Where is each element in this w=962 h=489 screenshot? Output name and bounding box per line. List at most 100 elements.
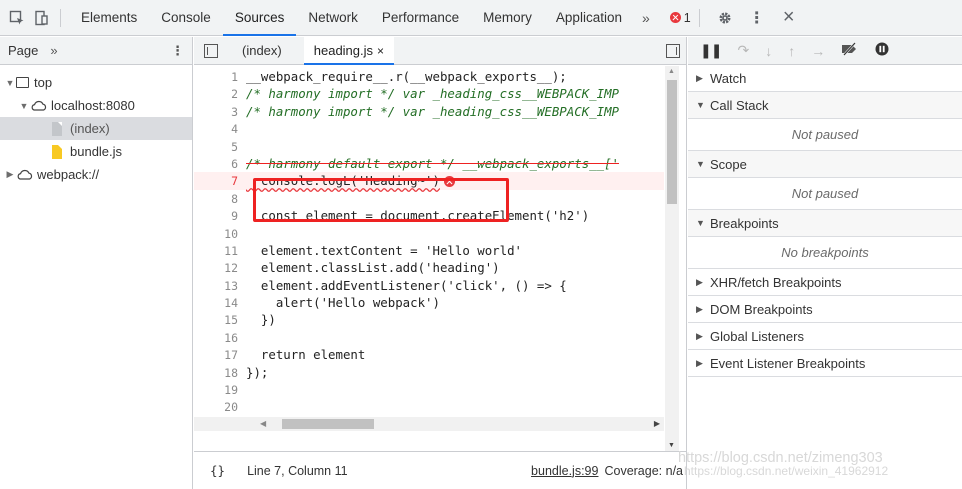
tab-sources[interactable]: Sources: [222, 0, 297, 36]
source-map-link[interactable]: bundle.js:99: [531, 464, 598, 478]
expand-triangle-icon[interactable]: ▼: [18, 101, 30, 111]
code-line[interactable]: 17 return element: [194, 346, 664, 363]
debugger-section-scope[interactable]: ▼ Scope: [688, 151, 962, 178]
step-out-icon[interactable]: ↑: [788, 43, 795, 59]
line-number[interactable]: 7: [194, 173, 246, 190]
tab-application[interactable]: Application: [544, 0, 634, 36]
code-line[interactable]: 18});: [194, 364, 664, 381]
pause-icon[interactable]: ❚❚: [700, 42, 722, 59]
scroll-left-icon[interactable]: ◀: [260, 419, 266, 428]
line-number[interactable]: 16: [194, 330, 246, 347]
line-number[interactable]: 2: [194, 86, 246, 103]
scroll-down-icon[interactable]: ▼: [668, 442, 675, 449]
code-line[interactable]: 20: [194, 398, 664, 415]
tab-network[interactable]: Network: [296, 0, 370, 36]
collapsed-triangle-icon[interactable]: ▶: [696, 277, 710, 288]
code-line[interactable]: 9 const element = document.createElement…: [194, 207, 664, 224]
code-line[interactable]: 2/* harmony import */ var _heading_css__…: [194, 85, 664, 102]
vertical-scrollbar[interactable]: ▲ ▼: [665, 66, 679, 451]
code-line[interactable]: 1 __webpack_require__.r(__webpack_exports…: [194, 68, 664, 85]
line-number[interactable]: 15: [194, 312, 246, 329]
collapsed-triangle-icon[interactable]: ▶: [696, 73, 710, 84]
scroll-up-icon[interactable]: ▲: [668, 68, 675, 75]
error-count-badge[interactable]: 1: [669, 11, 691, 25]
line-number[interactable]: 9: [194, 208, 246, 225]
line-number[interactable]: 10: [194, 226, 246, 243]
debugger-section-global-listeners[interactable]: ▶ Global Listeners: [688, 323, 962, 350]
tree-item-localhost[interactable]: ▼ localhost:8080: [0, 94, 192, 117]
more-tabs-button[interactable]: »: [634, 10, 658, 26]
code-line[interactable]: 15 }): [194, 311, 664, 328]
code-line[interactable]: 3/* harmony import */ var _heading_css__…: [194, 103, 664, 120]
tab-performance[interactable]: Performance: [370, 0, 471, 36]
code-line[interactable]: 14 alert('Hello webpack'): [194, 294, 664, 311]
scroll-right-icon[interactable]: ▶: [654, 419, 660, 428]
code-line[interactable]: 16: [194, 329, 664, 346]
line-number[interactable]: 20: [194, 399, 246, 416]
tab-elements[interactable]: Elements: [69, 0, 149, 36]
device-toolbar-icon[interactable]: [30, 7, 52, 29]
debugger-section-breakpoints[interactable]: ▼ Breakpoints: [688, 210, 962, 237]
step-into-icon[interactable]: ↓: [765, 43, 772, 59]
line-number[interactable]: 4: [194, 121, 246, 138]
collapsed-triangle-icon[interactable]: ▶: [696, 304, 710, 315]
code-line[interactable]: 12 element.classList.add('heading'): [194, 259, 664, 276]
deactivate-breakpoints-icon[interactable]: [841, 42, 859, 59]
debugger-section-call-stack[interactable]: ▼ Call Stack: [688, 92, 962, 119]
debugger-section-dom-breakpoints[interactable]: ▶ DOM Breakpoints: [688, 296, 962, 323]
tree-item-index[interactable]: (index): [0, 117, 192, 140]
line-number[interactable]: 19: [194, 382, 246, 399]
line-number[interactable]: 11: [194, 243, 246, 260]
toggle-debugger-icon[interactable]: [666, 43, 680, 58]
code-area[interactable]: 1 __webpack_require__.r(__webpack_exports…: [194, 66, 664, 451]
code-line[interactable]: 8: [194, 190, 664, 207]
collapse-triangle-icon[interactable]: ▶: [4, 169, 16, 180]
code-line[interactable]: 19: [194, 381, 664, 398]
debugger-section-event-listener-breakpoints[interactable]: ▶ Event Listener Breakpoints: [688, 350, 962, 377]
editor-tab-index[interactable]: (index): [232, 37, 292, 65]
navigator-tab-page[interactable]: Page: [8, 43, 38, 58]
code-line[interactable]: 6/* harmony default export */ __webpack_…: [194, 155, 664, 172]
line-number[interactable]: 3: [194, 104, 246, 121]
code-line[interactable]: 4: [194, 120, 664, 137]
debugger-section-watch[interactable]: ▶ Watch: [688, 65, 962, 92]
expanded-triangle-icon[interactable]: ▼: [696, 218, 710, 228]
pause-on-exceptions-icon[interactable]: [875, 42, 889, 59]
line-number[interactable]: 18: [194, 365, 246, 382]
navigator-menu-button[interactable]: ⋮: [171, 43, 184, 59]
line-number[interactable]: 5: [194, 139, 246, 156]
customize-kebab-icon[interactable]: ⋮: [746, 7, 768, 29]
line-number[interactable]: 12: [194, 260, 246, 277]
tree-item-bundle[interactable]: bundle.js: [0, 140, 192, 163]
code-line[interactable]: 7 console.logL('Heading~'): [194, 172, 664, 190]
tab-memory[interactable]: Memory: [471, 0, 544, 36]
code-line[interactable]: 11 element.textContent = 'Hello world': [194, 242, 664, 259]
line-number[interactable]: 8: [194, 191, 246, 208]
line-number[interactable]: 17: [194, 347, 246, 364]
scrollbar-thumb[interactable]: [667, 80, 677, 204]
error-icon[interactable]: [443, 176, 455, 188]
tab-console[interactable]: Console: [149, 0, 223, 36]
collapsed-triangle-icon[interactable]: ▶: [696, 358, 710, 369]
step-icon[interactable]: →: [811, 43, 825, 59]
horizontal-scrollbar[interactable]: ◀ ▶: [194, 417, 664, 431]
expanded-triangle-icon[interactable]: ▼: [696, 100, 710, 110]
navigator-more-button[interactable]: »: [50, 43, 57, 58]
scrollbar-thumb[interactable]: [282, 419, 374, 429]
line-number[interactable]: 6: [194, 156, 246, 173]
gear-icon[interactable]: [714, 7, 736, 29]
close-icon[interactable]: ×: [778, 6, 800, 29]
close-tab-icon[interactable]: ×: [377, 44, 384, 58]
code-line[interactable]: 13 element.addEventListener('click', () …: [194, 277, 664, 294]
toggle-navigator-icon[interactable]: [204, 43, 218, 58]
debugger-section-xhr-fetch-breakpoints[interactable]: ▶ XHR/fetch Breakpoints: [688, 269, 962, 296]
collapsed-triangle-icon[interactable]: ▶: [696, 331, 710, 342]
tree-item-top[interactable]: ▼ top: [0, 71, 192, 94]
step-over-icon[interactable]: ↷: [737, 42, 749, 59]
line-number[interactable]: 1: [194, 69, 246, 86]
code-line[interactable]: 10: [194, 225, 664, 242]
expanded-triangle-icon[interactable]: ▼: [696, 159, 710, 169]
code-line[interactable]: 5: [194, 138, 664, 155]
line-number[interactable]: 13: [194, 278, 246, 295]
line-number[interactable]: 14: [194, 295, 246, 312]
